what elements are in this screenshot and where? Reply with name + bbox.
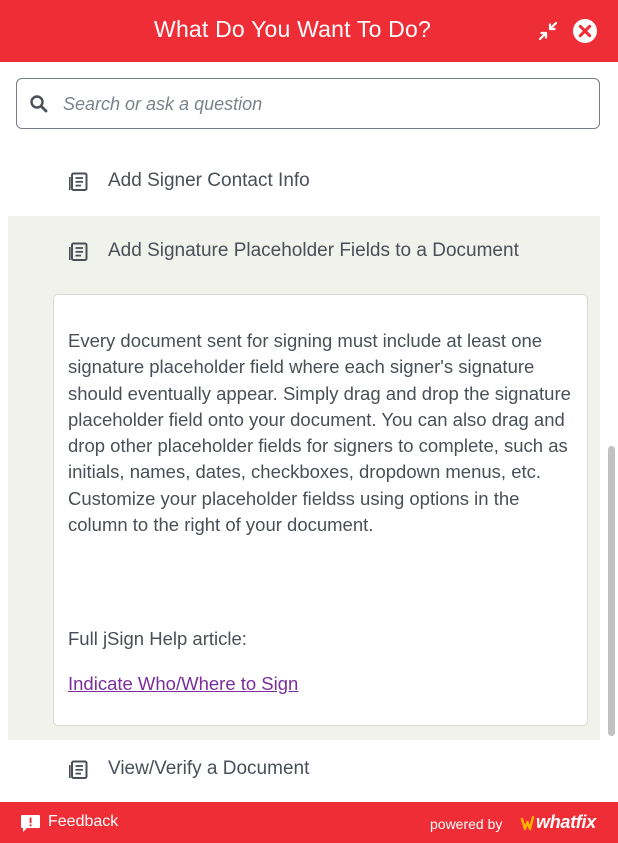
task-list: Add Signer Contact Info Add Signature Pl… bbox=[0, 146, 618, 802]
list-item-label: View/Verify a Document bbox=[108, 758, 310, 779]
list-item-header[interactable]: Add Signature Placeholder Fields to a Do… bbox=[8, 216, 600, 282]
search-box[interactable] bbox=[16, 78, 600, 129]
header-bar: What Do You Want To Do? bbox=[0, 0, 618, 62]
list-item[interactable]: Add Signer Contact Info bbox=[0, 146, 600, 216]
list-item-header[interactable]: Add Signer Contact Info bbox=[0, 146, 600, 212]
whatfix-wordmark: whatfix bbox=[536, 812, 596, 832]
minimize-button[interactable] bbox=[534, 17, 562, 45]
help-article-label: Full jSign Help article: bbox=[68, 628, 247, 649]
search-input[interactable] bbox=[63, 89, 583, 119]
footer-bar: Feedback powered by whatfix bbox=[0, 802, 618, 843]
scrollbar-thumb[interactable] bbox=[608, 446, 615, 736]
list-item-expanded[interactable]: Add Signature Placeholder Fields to a Do… bbox=[8, 216, 600, 740]
help-content-card: Every document sent for signing must inc… bbox=[53, 294, 588, 726]
close-circle-icon bbox=[573, 19, 597, 43]
panel-title: What Do You Want To Do? bbox=[154, 16, 431, 42]
document-list-icon bbox=[69, 242, 88, 261]
powered-by-text: powered by bbox=[430, 816, 503, 832]
list-item-label: Add Signer Contact Info bbox=[108, 170, 310, 191]
search-section bbox=[0, 62, 618, 146]
feedback-bubble-icon bbox=[21, 815, 40, 832]
list-item-label: Add Signature Placeholder Fields to a Do… bbox=[108, 240, 519, 261]
list-item-header[interactable]: View/Verify a Document bbox=[0, 740, 600, 802]
document-list-icon bbox=[69, 760, 88, 779]
feedback-label: Feedback bbox=[48, 813, 119, 830]
close-button[interactable] bbox=[571, 17, 599, 45]
help-description: Every document sent for signing must inc… bbox=[68, 330, 571, 536]
search-icon bbox=[30, 95, 48, 113]
document-list-icon bbox=[69, 172, 88, 191]
help-article-link[interactable]: Indicate Who/Where to Sign bbox=[68, 673, 298, 695]
collapse-arrows-icon bbox=[538, 21, 558, 41]
list-item[interactable]: View/Verify a Document bbox=[0, 740, 600, 802]
